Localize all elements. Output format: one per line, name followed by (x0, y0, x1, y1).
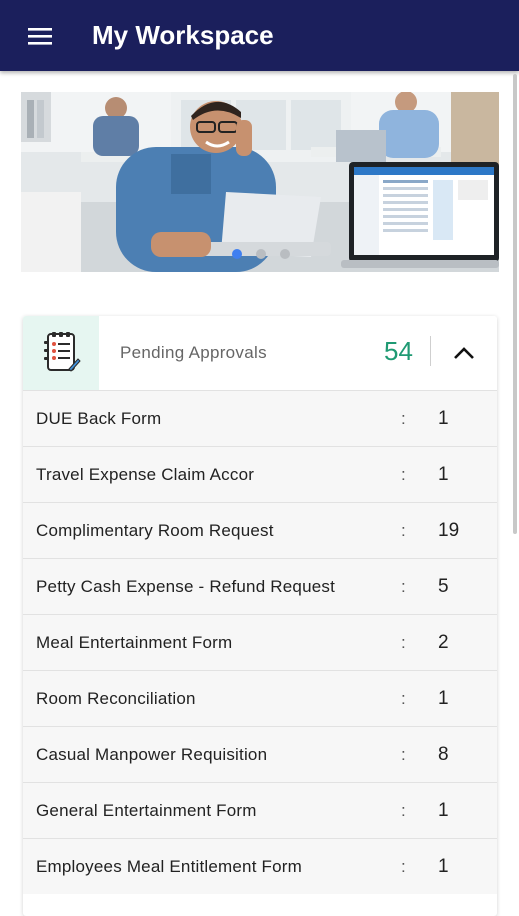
approval-count: 1 (438, 687, 449, 709)
approval-separator: : (401, 632, 406, 652)
pending-approvals-card: Pending Approvals 54 DUE Back Form : 1 T… (23, 316, 497, 916)
approval-row[interactable]: Employees Meal Entitlement Form : 1 (23, 838, 497, 894)
approval-label: General Entertainment Form (36, 800, 257, 820)
approval-label: Employees Meal Entitlement Form (36, 856, 303, 876)
chevron-up-icon[interactable] (447, 336, 481, 370)
pending-approvals-header[interactable]: Pending Approvals 54 (23, 316, 497, 390)
approval-separator: : (401, 688, 406, 708)
approvals-list: DUE Back Form : 1 Travel Expense Claim A… (23, 390, 497, 894)
approval-separator: : (401, 520, 406, 540)
banner-carousel[interactable] (21, 92, 499, 272)
carousel-dots[interactable] (232, 249, 290, 259)
carousel-dot-3[interactable] (280, 249, 290, 259)
header-divider (430, 336, 431, 366)
approval-label: Room Reconciliation (36, 688, 196, 708)
approval-label: Meal Entertainment Form (36, 632, 233, 652)
approval-count: 1 (438, 799, 449, 821)
checklist-notebook-icon (23, 316, 99, 390)
approval-separator: : (401, 576, 406, 596)
approval-row[interactable]: Meal Entertainment Form : 2 (23, 614, 497, 670)
approval-separator: : (401, 744, 406, 764)
carousel-dot-2[interactable] (256, 249, 266, 259)
approval-row[interactable]: Travel Expense Claim Accor : 1 (23, 446, 497, 502)
approval-row[interactable]: Room Reconciliation : 1 (23, 670, 497, 726)
banner-image (21, 92, 499, 272)
scrollbar[interactable] (513, 74, 517, 534)
approval-label: Petty Cash Expense - Refund Request (36, 576, 335, 596)
approval-count: 1 (438, 855, 449, 877)
app-bar: My Workspace (0, 0, 519, 71)
approval-label: Travel Expense Claim Accor (36, 464, 255, 484)
approval-separator: : (401, 856, 406, 876)
approval-count: 2 (438, 631, 449, 653)
approval-row[interactable]: Petty Cash Expense - Refund Request : 5 (23, 558, 497, 614)
approval-row[interactable]: Casual Manpower Requisition : 8 (23, 726, 497, 782)
approval-count: 8 (438, 743, 449, 765)
carousel-dot-1[interactable] (232, 249, 242, 259)
pending-approvals-title: Pending Approvals (120, 343, 267, 362)
approval-count: 19 (438, 519, 460, 541)
approval-label: DUE Back Form (36, 408, 162, 428)
approval-row[interactable]: DUE Back Form : 1 (23, 390, 497, 446)
approval-separator: : (401, 800, 406, 820)
approval-label: Casual Manpower Requisition (36, 744, 268, 764)
hamburger-menu-icon[interactable] (0, 0, 80, 71)
approval-count: 1 (438, 463, 449, 485)
approval-separator: : (401, 464, 406, 484)
approval-count: 5 (438, 575, 449, 597)
pending-approvals-count: 54 (384, 336, 413, 366)
approval-row[interactable]: Complimentary Room Request : 19 (23, 502, 497, 558)
approval-count: 1 (438, 407, 449, 429)
approval-label: Complimentary Room Request (36, 520, 274, 540)
approval-separator: : (401, 408, 406, 428)
page-title: My Workspace (92, 20, 274, 50)
approval-row[interactable]: General Entertainment Form : 1 (23, 782, 497, 838)
